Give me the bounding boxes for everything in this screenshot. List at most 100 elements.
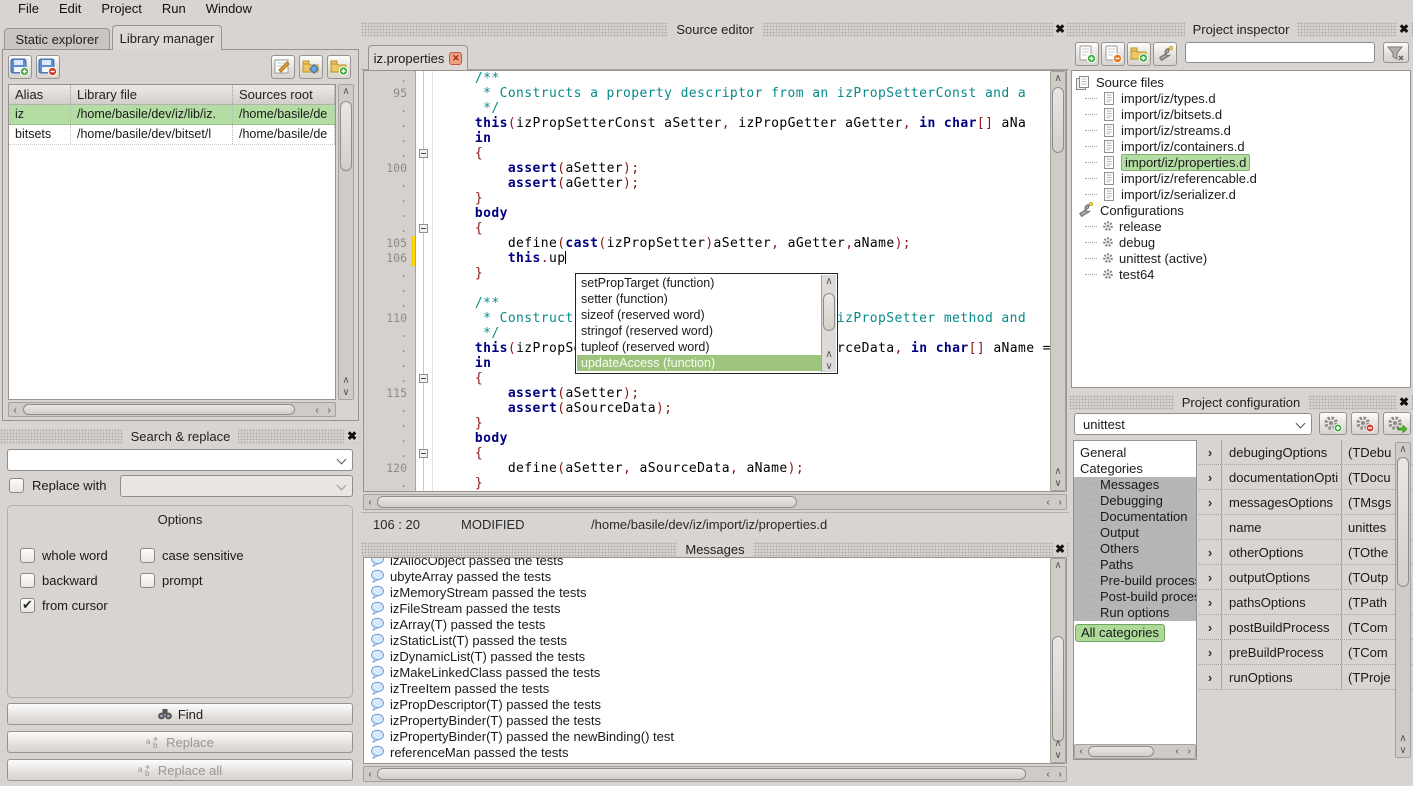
category-run-options[interactable]: Run options <box>1074 605 1196 621</box>
code-line[interactable]: 95 * Constructs a property descriptor fr… <box>364 86 1050 101</box>
code-line[interactable]: 120 define(aSetter, aSourceData, aName); <box>364 461 1050 476</box>
close-search-panel-button[interactable]: ✖ <box>345 429 359 443</box>
remove-source-button[interactable] <box>1101 42 1125 66</box>
category-others[interactable]: Others <box>1074 541 1196 557</box>
scroll-thumb[interactable] <box>1088 746 1154 757</box>
tree-item-release[interactable]: release <box>1072 218 1410 234</box>
add-folder-button[interactable] <box>1127 42 1151 66</box>
scroll-up-arrow[interactable]: ∧ <box>1052 72 1064 85</box>
code-line[interactable]: . } <box>364 476 1050 491</box>
code-line[interactable]: 106 this.up <box>364 251 1050 266</box>
expand-arrow-icon[interactable]: › <box>1199 570 1221 585</box>
message-item[interactable]: izDynamicList(T) passed the tests <box>364 648 1066 664</box>
scroll-left-arrow[interactable]: ‹ <box>364 496 376 509</box>
scroll-down-arrow[interactable]: ∨ <box>1052 749 1064 762</box>
find-button[interactable]: Find <box>7 703 353 725</box>
code-line[interactable]: . this(izPropSetterConst aSetter, izProp… <box>364 116 1050 131</box>
col-library-file[interactable]: Library file <box>71 85 233 104</box>
library-table-vscrollbar[interactable]: ∧ ∧ ∨ <box>338 84 354 400</box>
clone-config-button[interactable] <box>1383 412 1411 435</box>
open-library-folder-button[interactable] <box>299 55 323 79</box>
scroll-thumb[interactable] <box>823 293 835 331</box>
edit-library-button[interactable] <box>271 55 295 79</box>
autocomplete-scrollbar[interactable]: ∧ ∧ ∨ <box>821 275 836 372</box>
message-item[interactable]: izPropertyBinder(T) passed the newBindin… <box>364 728 1066 744</box>
config-row-debugingOptions[interactable]: ›debugingOptions(TDebu <box>1199 440 1413 465</box>
prompt-checkbox[interactable] <box>140 573 155 588</box>
expand-arrow-icon[interactable]: › <box>1199 620 1221 635</box>
message-item[interactable]: izAllocObject passed the tests <box>364 557 1066 568</box>
tree-item-unittest-active-[interactable]: unittest (active) <box>1072 250 1410 266</box>
scroll-left-arrow[interactable]: ‹ <box>364 768 376 781</box>
tab-static-explorer[interactable]: Static explorer <box>4 28 110 50</box>
tree-item-import-iz-serializer-d[interactable]: import/iz/serializer.d <box>1072 186 1410 202</box>
scroll-down-arrow[interactable]: ∨ <box>1397 744 1409 757</box>
chevron-down-icon[interactable] <box>337 455 347 465</box>
code-line[interactable]: . { <box>364 221 1050 236</box>
close-project-configuration-button[interactable]: ✖ <box>1397 395 1411 409</box>
scroll-thumb[interactable] <box>377 496 797 508</box>
message-item[interactable]: izFileStream passed the tests <box>364 600 1066 616</box>
config-row-name[interactable]: nameunittes <box>1199 515 1413 540</box>
code-line[interactable]: . body <box>364 206 1050 221</box>
code-line[interactable]: . /** <box>364 71 1050 86</box>
menu-item-file[interactable]: File <box>8 0 49 18</box>
menu-item-edit[interactable]: Edit <box>49 0 91 18</box>
add-library-button[interactable] <box>8 55 32 79</box>
scroll-left-arrow[interactable]: ‹ <box>1042 496 1054 509</box>
library-table-hscrollbar[interactable]: ‹ ‹ › <box>8 402 336 417</box>
expand-arrow-icon[interactable]: › <box>1199 670 1221 685</box>
config-row-otherOptions[interactable]: ›otherOptions(TOthe <box>1199 540 1413 565</box>
config-row-outputOptions[interactable]: ›outputOptions(TOutp <box>1199 565 1413 590</box>
inspector-filter-input[interactable] <box>1185 42 1375 63</box>
case-sensitive-checkbox[interactable] <box>140 548 155 563</box>
close-messages-button[interactable]: ✖ <box>1053 542 1067 556</box>
tree-node-source-files[interactable]: Source files <box>1072 74 1410 90</box>
scroll-thumb[interactable] <box>340 101 352 171</box>
tab-library-manager[interactable]: Library manager <box>112 25 222 50</box>
completion-item[interactable]: updateAccess (function) <box>577 355 821 371</box>
configuration-selector[interactable]: unittest <box>1074 413 1312 435</box>
scroll-down-arrow[interactable]: ∨ <box>823 360 835 373</box>
scroll-thumb[interactable] <box>1397 457 1409 587</box>
completion-item[interactable]: setPropTarget (function) <box>577 275 821 291</box>
scroll-up-arrow[interactable]: ∧ <box>340 85 352 98</box>
library-table-header[interactable]: Alias Library file Sources root <box>9 85 335 105</box>
from-cursor-checkbox[interactable] <box>20 598 35 613</box>
library-row-bitsets[interactable]: bitsets/home/basile/dev/bitset/l/home/ba… <box>9 125 335 145</box>
code-line[interactable]: . } <box>364 191 1050 206</box>
config-row-documentationOpti[interactable]: ›documentationOpti(TDocu <box>1199 465 1413 490</box>
tab-iz-properties[interactable]: iz.properties ✕ <box>368 45 468 70</box>
expand-arrow-icon[interactable]: › <box>1199 645 1221 660</box>
completion-item[interactable]: tupleof (reserved word) <box>577 339 821 355</box>
message-item[interactable]: referenceMan passed the tests <box>364 744 1066 760</box>
tree-node-configurations[interactable]: Configurations <box>1072 202 1410 218</box>
message-item[interactable]: izStaticList(T) passed the tests <box>364 632 1066 648</box>
code-line[interactable]: 105 define(cast(izPropSetter)aSetter, aG… <box>364 236 1050 251</box>
category-documentation[interactable]: Documentation <box>1074 509 1196 525</box>
config-row-postBuildProcess[interactable]: ›postBuildProcess(TCom <box>1199 615 1413 640</box>
category-post-build-process[interactable]: Post-build process <box>1074 589 1196 605</box>
grid-vscrollbar[interactable]: ∧ ∧ ∨ <box>1395 442 1411 758</box>
config-row-runOptions[interactable]: ›runOptions(TProje <box>1199 665 1413 690</box>
option-whole-word[interactable]: whole word <box>20 548 108 563</box>
scroll-up-arrow[interactable]: ∧ <box>1052 559 1064 572</box>
chevron-down-icon[interactable] <box>337 481 347 491</box>
fold-collapse-icon[interactable] <box>419 224 428 233</box>
scroll-right-arrow[interactable]: › <box>323 404 335 417</box>
scroll-left-arrow[interactable]: ‹ <box>9 404 21 417</box>
code-line[interactable]: . } <box>364 416 1050 431</box>
completion-item[interactable]: sizeof (reserved word) <box>577 307 821 323</box>
category-paths[interactable]: Paths <box>1074 557 1196 573</box>
code-line[interactable]: . */ <box>364 101 1050 116</box>
menu-item-window[interactable]: Window <box>196 0 262 18</box>
tree-item-import-iz-properties-d[interactable]: import/iz/properties.d <box>1072 154 1410 170</box>
category-categories[interactable]: Categories <box>1074 461 1196 477</box>
scroll-left-arrow[interactable]: ‹ <box>1042 768 1054 781</box>
expand-arrow-icon[interactable]: › <box>1199 545 1221 560</box>
col-alias[interactable]: Alias <box>9 85 71 104</box>
expand-arrow-icon[interactable]: › <box>1199 470 1221 485</box>
editor-vscrollbar[interactable]: ∧ ∧ ∨ <box>1050 71 1066 491</box>
code-line[interactable]: 115 assert(aSetter); <box>364 386 1050 401</box>
tree-item-import-iz-types-d[interactable]: import/iz/types.d <box>1072 90 1410 106</box>
